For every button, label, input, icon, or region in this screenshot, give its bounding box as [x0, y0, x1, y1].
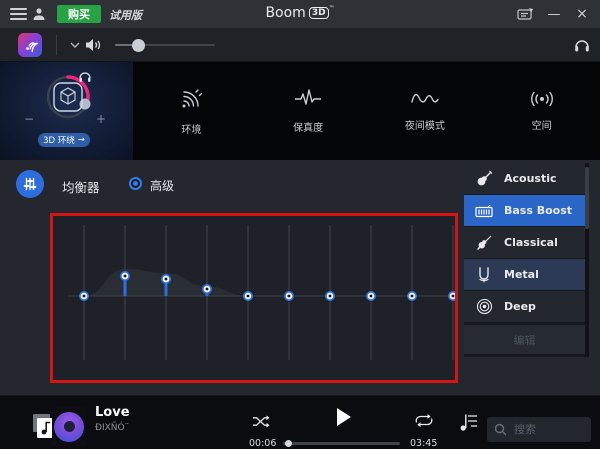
- tab-label: 夜间模式: [404, 121, 445, 132]
- cube-icon: [60, 87, 76, 105]
- app-title: Boom 3D ™: [265, 5, 335, 21]
- eq-band-handle-center: [205, 287, 209, 291]
- boom-logo-icon[interactable]: [18, 33, 42, 57]
- preset-label: Classical: [504, 236, 558, 249]
- tab-label: 环境: [181, 125, 202, 136]
- tab-fidelity[interactable]: 保真度: [250, 62, 367, 160]
- elapsed-time: 00:06: [249, 438, 277, 449]
- dial-headphone-icon: [79, 72, 91, 82]
- spatial-icon: [530, 91, 553, 107]
- volume-slider[interactable]: [115, 38, 215, 52]
- preset-deep[interactable]: Deep: [464, 291, 585, 322]
- preset-panel: Acoustic Bass Boost Classical Metal Deep: [464, 163, 585, 357]
- volume-bar: [0, 28, 600, 62]
- song-artist: ÐIXÑÓ¨: [95, 423, 130, 433]
- equalizer-title: 均衡器: [62, 180, 100, 195]
- feature-row: − + 3D 环绕 → 环境 保真度 夜间模式 空间: [0, 62, 600, 160]
- preset-metal[interactable]: Metal: [464, 259, 585, 290]
- volume-handle[interactable]: [132, 38, 145, 52]
- preset-classical[interactable]: Classical: [464, 227, 585, 258]
- eq-band-handle-center: [246, 294, 250, 298]
- eq-band-handle-center: [287, 294, 291, 298]
- tab-ambience[interactable]: 环境: [133, 62, 250, 160]
- progress-handle[interactable]: [285, 440, 292, 447]
- eq-band-handle-center: [82, 294, 86, 298]
- preset-acoustic[interactable]: Acoustic: [464, 163, 585, 194]
- titlebar: 购买 试用版 Boom 3D ™ — ×: [0, 0, 600, 28]
- tab-spatial[interactable]: 空间: [483, 62, 600, 160]
- brand-3d-badge: 3D: [308, 7, 329, 19]
- search-box: [487, 417, 591, 442]
- search-input[interactable]: [512, 422, 584, 437]
- preset-label: Acoustic: [504, 172, 557, 185]
- fidelity-icon: [295, 89, 322, 105]
- boom3d-window: 购买 试用版 Boom 3D ™ — × − + 3D 环绕 → 环境 保真度 …: [0, 0, 600, 449]
- equalizer-icon[interactable]: [16, 170, 44, 198]
- eq-band-handle-center: [123, 274, 127, 278]
- eq-band-handle-center: [328, 294, 332, 298]
- shuffle-icon[interactable]: [252, 415, 271, 428]
- preset-scrollbar[interactable]: [585, 163, 589, 357]
- close-button[interactable]: ×: [572, 0, 592, 28]
- dial-minus[interactable]: −: [24, 112, 34, 126]
- edit-button[interactable]: 编辑: [464, 325, 585, 354]
- minimize-button[interactable]: —: [544, 0, 564, 28]
- progress-bar[interactable]: [283, 440, 400, 447]
- tab-label: 空间: [531, 121, 552, 132]
- speaker-icon[interactable]: [85, 38, 103, 52]
- preset-bass-boost[interactable]: Bass Boost: [464, 195, 585, 226]
- dial-plus[interactable]: +: [96, 112, 106, 126]
- repeat-icon[interactable]: [414, 414, 434, 427]
- headphones-icon[interactable]: [574, 37, 590, 53]
- metal-horns-icon: [475, 266, 493, 283]
- song-title: Love: [95, 405, 130, 420]
- advanced-radio[interactable]: [129, 177, 142, 190]
- eq-band-handle-center: [164, 277, 168, 281]
- preset-label: Deep: [504, 300, 536, 313]
- playlist-icon[interactable]: [459, 411, 478, 433]
- bass-boost-icon: [475, 204, 493, 218]
- duration-time: 03:45: [410, 438, 438, 449]
- search-icon: [494, 423, 507, 436]
- eq-band-handle-center: [369, 294, 373, 298]
- scrollbar-thumb[interactable]: [585, 167, 589, 229]
- tab-night-mode[interactable]: 夜间模式: [367, 62, 484, 160]
- eq-band-handle-center: [451, 294, 455, 298]
- chevron-down-icon[interactable]: [70, 42, 80, 48]
- deep-icon: [475, 298, 493, 315]
- player-bar: Love ÐIXÑÓ¨ 00:06 03:45: [0, 395, 600, 449]
- ambience-icon: [182, 89, 203, 108]
- preset-label: Bass Boost: [504, 204, 573, 217]
- feedback-icon[interactable]: [514, 0, 538, 28]
- violin-icon: [475, 234, 493, 251]
- night-mode-icon: [411, 94, 439, 103]
- vinyl-disc: [54, 411, 84, 442]
- divider: [56, 35, 57, 55]
- advanced-label: 高级: [150, 179, 175, 193]
- eq-band-handle-center: [410, 294, 414, 298]
- eq-sliders[interactable]: [50, 213, 458, 383]
- arrow-icon: →: [77, 135, 85, 145]
- preset-label: Metal: [504, 268, 539, 281]
- tab-label: 保真度: [293, 123, 324, 134]
- guitar-icon: [475, 170, 493, 187]
- play-button[interactable]: [337, 408, 351, 426]
- 3d-surround-button[interactable]: 3D 环绕 →: [38, 133, 90, 147]
- tab-3d-surround[interactable]: − + 3D 环绕 →: [0, 62, 133, 160]
- album-art[interactable]: [52, 407, 86, 446]
